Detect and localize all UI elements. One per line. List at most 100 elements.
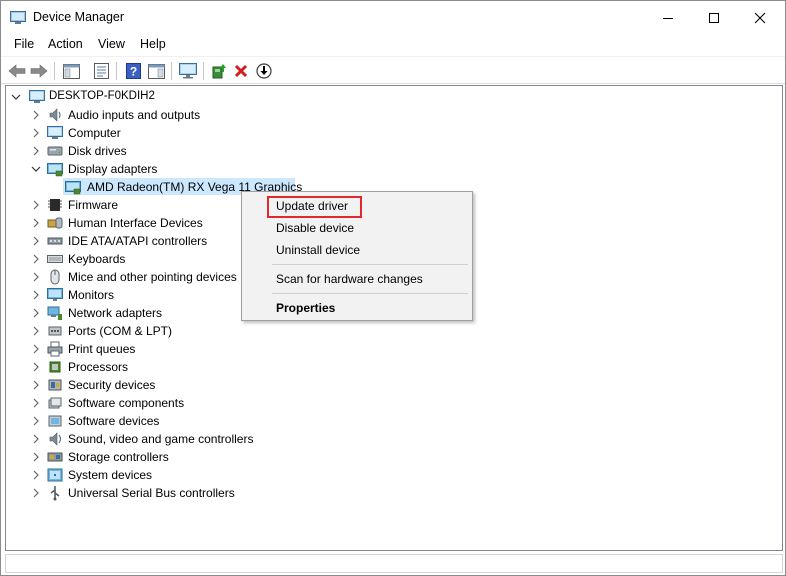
computer-name: DESKTOP-F0KDIH2 — [49, 90, 155, 102]
chevron-right-icon[interactable] — [31, 218, 41, 228]
chevron-right-icon[interactable] — [31, 290, 41, 300]
chevron-right-icon[interactable] — [31, 236, 41, 246]
chevron-down-icon — [11, 94, 21, 100]
chevron-right-icon[interactable] — [31, 416, 41, 426]
menu-help[interactable]: Help — [140, 37, 166, 51]
processor-icon — [49, 361, 61, 373]
toolbar-separator — [116, 62, 117, 80]
chevron-right-icon[interactable] — [31, 128, 41, 138]
menu-file[interactable]: File — [14, 37, 34, 51]
printer-icon — [47, 341, 63, 357]
display-adapter-icon — [65, 181, 81, 195]
ide-controller-icon — [47, 237, 63, 245]
svg-text:?: ? — [129, 65, 136, 79]
category-label: Storage controllers — [68, 450, 169, 464]
category-label: Monitors — [68, 288, 115, 302]
chevron-right-icon[interactable] — [31, 362, 41, 372]
computer-monitor-icon — [179, 63, 197, 79]
toolbar: ? — [1, 56, 785, 84]
category-label: Audio inputs and outputs — [68, 108, 201, 122]
category-label: Print queues — [68, 342, 136, 356]
chevron-right-icon[interactable] — [31, 344, 41, 354]
help-icon: ? — [125, 63, 141, 79]
properties-icon — [93, 63, 109, 79]
update-driver-menu-item[interactable]: Update driver — [276, 199, 348, 213]
disable-device-menu-item[interactable]: Disable device — [276, 221, 354, 235]
port-icon — [48, 326, 62, 336]
help-button[interactable]: ? — [123, 61, 143, 81]
maximize-icon — [709, 12, 719, 23]
network-adapter-icon — [47, 306, 62, 320]
category-label: Software components — [68, 396, 185, 410]
software-device-icon — [48, 415, 62, 427]
computer-monitor-button[interactable] — [178, 61, 198, 81]
chevron-right-icon[interactable] — [31, 326, 41, 336]
category-label: Human Interface Devices — [68, 216, 203, 230]
uninstall-device-menu-item[interactable]: Uninstall device — [276, 243, 360, 257]
chevron-right-icon[interactable] — [31, 254, 41, 264]
uninstall-device-toolbar-button[interactable] — [231, 61, 251, 81]
chevron-right-icon[interactable] — [31, 380, 41, 390]
category-label: Keyboards — [68, 252, 126, 266]
chevron-right-icon[interactable] — [31, 272, 41, 282]
chevron-down-icon[interactable] — [31, 164, 41, 174]
keyboard-icon — [47, 255, 63, 263]
update-driver-icon — [212, 64, 226, 79]
category-label: System devices — [68, 468, 153, 482]
category-label: Mice and other pointing devices — [68, 270, 237, 284]
window-title: Device Manager — [33, 10, 125, 24]
uninstall-device-icon — [234, 64, 248, 78]
chevron-right-icon[interactable] — [31, 434, 41, 444]
toolbar-separator — [54, 62, 55, 80]
category-label: Ports (COM & LPT) — [68, 324, 173, 338]
properties-menu-item[interactable]: Properties — [276, 301, 335, 315]
hid-icon — [47, 217, 63, 229]
menu-action[interactable]: Action — [48, 37, 83, 51]
minimize-button[interactable] — [645, 1, 691, 34]
update-driver-toolbar-button[interactable] — [209, 61, 229, 81]
speaker-icon — [49, 108, 61, 122]
firmware-chip-icon — [48, 199, 62, 211]
chevron-right-icon[interactable] — [31, 308, 41, 318]
menu-view[interactable]: View — [98, 37, 125, 51]
category-label: Display adapters — [68, 162, 158, 176]
show-hide-console-tree-icon — [62, 63, 80, 79]
chevron-right-icon[interactable] — [31, 452, 41, 462]
chevron-right-icon[interactable] — [31, 398, 41, 408]
scan-hardware-menu-item[interactable]: Scan for hardware changes — [276, 272, 423, 286]
close-icon — [754, 12, 766, 23]
chevron-right-icon[interactable] — [31, 146, 41, 156]
usb-icon — [50, 486, 60, 501]
security-device-icon — [48, 379, 62, 391]
chevron-right-icon[interactable] — [31, 488, 41, 498]
show-hide-console-tree-button[interactable] — [61, 61, 81, 81]
maximize-button[interactable] — [691, 1, 737, 34]
category-label: Security devices — [68, 378, 156, 392]
back-button[interactable] — [7, 61, 27, 81]
action-pane-button[interactable] — [146, 61, 166, 81]
category-label: Sound, video and game controllers — [68, 432, 254, 446]
chevron-right-icon[interactable] — [31, 110, 41, 120]
category-label: IDE ATA/ATAPI controllers — [68, 234, 208, 248]
storage-controller-icon — [47, 452, 63, 462]
sound-icon — [49, 432, 61, 446]
device-manager-app-icon — [10, 11, 26, 24]
close-button[interactable] — [737, 1, 783, 34]
mouse-icon — [50, 269, 60, 285]
forward-button[interactable] — [29, 61, 49, 81]
scan-hardware-toolbar-button[interactable] — [254, 61, 274, 81]
chevron-right-icon[interactable] — [31, 470, 41, 480]
category-label: Network adapters — [68, 306, 163, 320]
chevron-right-icon[interactable] — [31, 200, 41, 210]
category-label: Firmware — [68, 198, 118, 212]
scan-hardware-icon — [256, 63, 272, 79]
software-component-icon — [48, 397, 62, 409]
monitor-icon — [47, 288, 63, 301]
computer-icon — [29, 90, 45, 103]
properties-button[interactable] — [91, 61, 111, 81]
minimize-icon — [663, 17, 673, 19]
system-device-icon — [47, 468, 63, 482]
title-bar: Device Manager — [1, 1, 785, 34]
context-menu-separator — [272, 293, 468, 294]
computer-icon — [47, 126, 63, 139]
